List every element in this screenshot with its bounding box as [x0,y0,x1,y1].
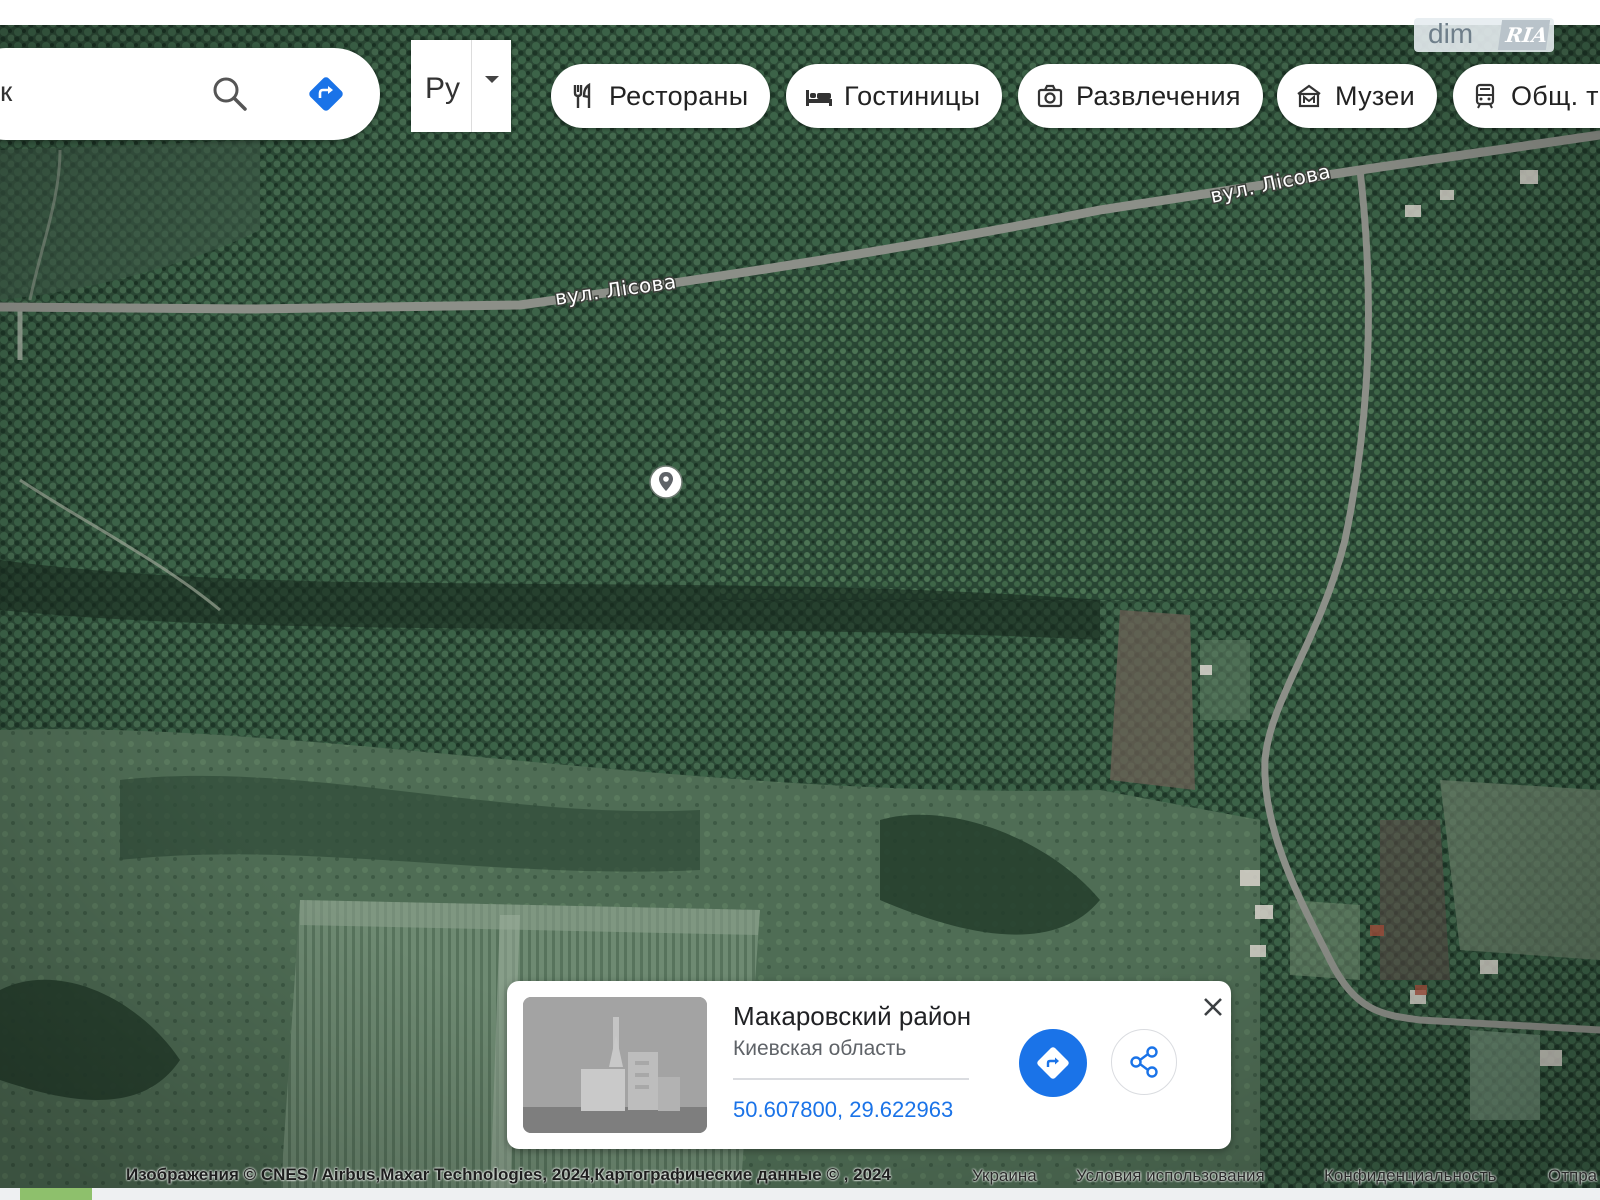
close-icon[interactable] [1199,993,1227,1021]
camera-icon [1036,82,1064,110]
watermark-badge: RIA [1497,20,1551,50]
bottom-strip-graphic [20,1188,92,1200]
place-coordinates[interactable]: 50.607800, 29.622963 [733,1097,953,1123]
chip-label: Развлечения [1076,80,1241,111]
chip-label: Гостиницы [844,80,981,111]
directions-diamond-icon [1037,1047,1069,1079]
bed-icon [804,82,832,110]
search-input[interactable]: к [0,76,12,108]
chip-label: Музеи [1335,80,1415,111]
chip-label: Рестораны [609,80,749,111]
chip-label: Общ. тр [1511,80,1600,111]
place-info-card[interactable]: Макаровский район Киевская область 50.60… [507,981,1231,1149]
search-icon[interactable] [210,74,250,114]
share-button[interactable] [1111,1029,1177,1095]
place-subtitle: Киевская область [733,1037,907,1060]
directions-button[interactable] [1019,1029,1087,1097]
country-label: Украина [972,1166,1037,1185]
bottom-strip [0,1188,1600,1200]
location-marker-icon[interactable] [648,464,684,500]
transit-icon [1471,82,1499,110]
feedback-link[interactable]: Отпра [1548,1166,1597,1186]
privacy-link[interactable]: Конфиденциальность [1324,1166,1496,1186]
place-thumbnail[interactable] [523,997,707,1133]
language-label: Ру [425,72,461,105]
place-title: Макаровский район [733,1001,972,1031]
chip-transit[interactable]: Общ. тр [1453,64,1600,128]
top-bar [0,0,1600,25]
terms-link[interactable]: Условия использования [1076,1166,1265,1186]
road-label: вул. Лісова [553,269,678,310]
watermark-text: dim [1428,18,1474,49]
chip-restaurants[interactable]: Рестораны [551,64,771,128]
fork-knife-icon [569,82,597,110]
attribution-bar: Изображения © CNES / Airbus,Maxar Techno… [120,1162,1600,1188]
language-select[interactable]: Ру [411,40,511,132]
directions-diamond-icon[interactable] [306,74,346,114]
divider [733,1078,969,1080]
chip-museums[interactable]: Музеи [1277,64,1437,128]
chevron-down-icon[interactable] [485,76,499,83]
museum-icon [1295,82,1323,110]
chip-hotels[interactable]: Гостиницы [786,64,1003,128]
divider [471,40,472,132]
share-icon [1130,1046,1158,1078]
watermark-logo: dim RIA [1414,18,1554,52]
chip-entertainment[interactable]: Развлечения [1018,64,1263,128]
road-label: вул. Лісова [1208,159,1333,208]
imagery-attribution: Изображения © CNES / Airbus,Maxar Techno… [126,1165,891,1184]
search-box[interactable]: к [0,48,380,140]
